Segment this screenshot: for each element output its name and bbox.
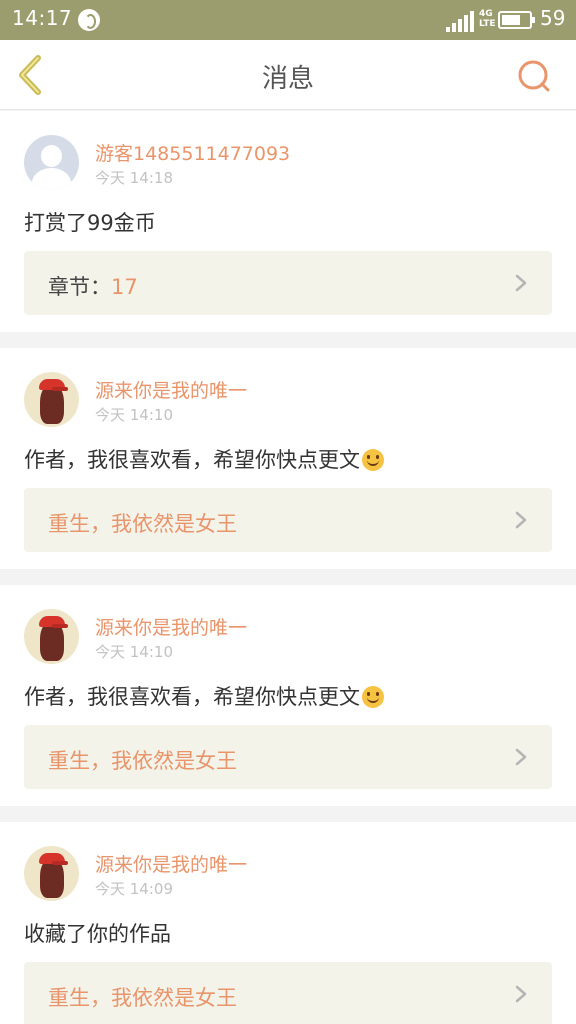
message-item: 源来你是我的唯一 今天 14:10 作者，我很喜欢看，希望你快点更文 重生，我依…: [0, 348, 576, 569]
status-bar: 14:17 4G LTE 59: [0, 0, 576, 40]
nav-bar: 消息: [0, 40, 576, 110]
message-time: 今天 14:18: [95, 169, 173, 187]
book-title: 重生，我依然是女王: [48, 512, 237, 536]
page-title: 消息: [261, 64, 314, 94]
chevron-right-icon: [515, 274, 527, 292]
chapter-number: 17: [111, 275, 138, 299]
chapter-label: 章节：17: [48, 271, 138, 301]
smile-emoji-icon: [362, 686, 384, 708]
network-sub: LTE: [479, 19, 496, 29]
message-time: 今天 14:10: [95, 406, 173, 424]
username[interactable]: 源来你是我的唯一: [95, 850, 247, 877]
notification-app-icon: [78, 9, 100, 31]
chevron-right-icon: [515, 985, 527, 1003]
message-text: 收藏了你的作品: [24, 922, 171, 946]
message-item: 源来你是我的唯一 今天 14:10 作者，我很喜欢看，希望你快点更文 重生，我依…: [0, 585, 576, 806]
chevron-right-icon: [515, 748, 527, 766]
book-link[interactable]: 重生，我依然是女王: [24, 962, 552, 1024]
battery-level: 59: [540, 6, 566, 30]
message-list: 游客1485511477093 今天 14:18 打赏了99金币 章节：17 源…: [0, 111, 576, 1024]
avatar[interactable]: [24, 609, 79, 664]
username[interactable]: 游客1485511477093: [95, 139, 290, 166]
search-button[interactable]: [514, 56, 554, 96]
avatar[interactable]: [24, 846, 79, 901]
message-item: 游客1485511477093 今天 14:18 打赏了99金币 章节：17: [0, 111, 576, 332]
network-type-label: 4G LTE: [479, 9, 496, 29]
message-text: 打赏了99金币: [24, 211, 156, 235]
chapter-label-text: 章节：: [48, 275, 111, 299]
message-text: 作者，我很喜欢看，希望你快点更文: [24, 681, 384, 711]
book-title: 重生，我依然是女王: [48, 986, 237, 1010]
status-time: 14:17: [12, 6, 73, 30]
message-text: 作者，我很喜欢看，希望你快点更文: [24, 444, 384, 474]
chapter-link[interactable]: 章节：17: [24, 251, 552, 315]
avatar[interactable]: [24, 372, 79, 427]
message-item: 源来你是我的唯一 今天 14:09 收藏了你的作品 重生，我依然是女王: [0, 822, 576, 1024]
message-time: 今天 14:09: [95, 880, 173, 898]
book-link[interactable]: 重生，我依然是女王: [24, 488, 552, 552]
network-type: 4G: [479, 9, 493, 19]
message-time: 今天 14:10: [95, 643, 173, 661]
username[interactable]: 源来你是我的唯一: [95, 613, 247, 640]
battery-icon: [498, 11, 535, 29]
search-icon: [518, 60, 550, 92]
avatar[interactable]: [24, 135, 79, 190]
message-text-content: 作者，我很喜欢看，希望你快点更文: [24, 685, 360, 709]
book-title: 重生，我依然是女王: [48, 749, 237, 773]
signal-icon: [446, 10, 476, 32]
book-link[interactable]: 重生，我依然是女王: [24, 725, 552, 789]
username[interactable]: 源来你是我的唯一: [95, 376, 247, 403]
chevron-right-icon: [515, 511, 527, 529]
smile-emoji-icon: [362, 449, 384, 471]
message-text-content: 作者，我很喜欢看，希望你快点更文: [24, 448, 360, 472]
